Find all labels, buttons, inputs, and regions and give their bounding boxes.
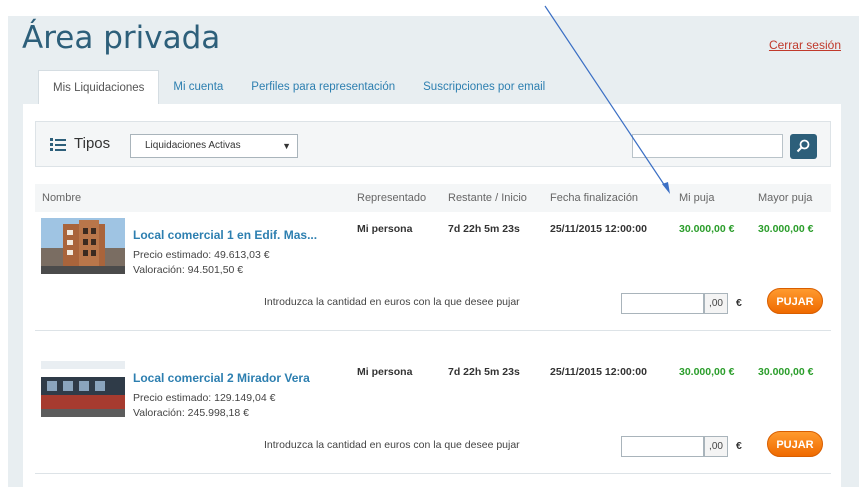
property-title-link[interactable]: Local comercial 1 en Edif. Mas... (133, 228, 317, 242)
header-name: Nombre (42, 192, 82, 204)
liquidations-panel: Tipos Liquidaciones Activas ▼ Nombre Rep… (23, 104, 841, 487)
currency-symbol: € (736, 297, 742, 309)
table-header: Nombre Representado Restante / Inicio Fe… (35, 184, 831, 212)
property-photo[interactable] (41, 361, 125, 417)
logout-link[interactable]: Cerrar sesión (769, 38, 841, 52)
property-photo[interactable] (41, 218, 125, 274)
row-divider (35, 330, 831, 331)
chevron-down-icon: ▼ (282, 141, 291, 151)
search-icon (796, 139, 810, 153)
search-input[interactable] (632, 134, 783, 158)
bid-button[interactable]: PUJAR (767, 431, 823, 457)
tab-perfiles-representacion[interactable]: Perfiles para representación (237, 70, 409, 104)
represented-value: Mi persona (357, 366, 413, 378)
tab-suscripciones-email[interactable]: Suscripciones por email (409, 70, 559, 104)
row-divider (35, 473, 831, 474)
search-button[interactable] (790, 134, 817, 159)
header-remaining: Restante / Inicio (448, 192, 527, 204)
top-bid-value: 30.000,00 € (758, 366, 814, 378)
header-top-bid: Mayor puja (758, 192, 813, 204)
bid-amount-input[interactable] (621, 293, 704, 314)
header-end-date: Fecha finalización (550, 192, 639, 204)
estimated-price: Precio estimado: 129.149,04 € (133, 392, 276, 404)
my-bid-value: 30.000,00 € (679, 223, 735, 235)
type-select[interactable]: Liquidaciones Activas ▼ (130, 134, 298, 158)
table-row: Local comercial 2 Mirador Vera Precio es… (35, 361, 831, 471)
cents-suffix: ,00 (704, 436, 728, 457)
my-bid-value: 30.000,00 € (679, 366, 735, 378)
header-my-bid: Mi puja (679, 192, 715, 204)
bid-prompt: Introduzca la cantidad en euros con la q… (264, 296, 520, 308)
cents-suffix: ,00 (704, 293, 728, 314)
end-date-value: 25/11/2015 12:00:00 (550, 223, 647, 235)
type-select-value: Liquidaciones Activas (145, 140, 241, 151)
represented-value: Mi persona (357, 223, 413, 235)
property-title-link[interactable]: Local comercial 2 Mirador Vera (133, 371, 310, 385)
bid-prompt: Introduzca la cantidad en euros con la q… (264, 439, 520, 451)
bid-button[interactable]: PUJAR (767, 288, 823, 314)
header-represented: Representado (357, 192, 427, 204)
valuation: Valoración: 94.501,50 € (133, 264, 244, 276)
filter-label: Tipos (74, 135, 111, 152)
valuation: Valoración: 245.998,18 € (133, 407, 249, 419)
currency-symbol: € (736, 440, 742, 452)
end-date-value: 25/11/2015 12:00:00 (550, 366, 647, 378)
top-bid-value: 30.000,00 € (758, 223, 814, 235)
page-title: Área privada (22, 20, 221, 56)
table-row: Local comercial 1 en Edif. Mas... Precio… (35, 218, 831, 328)
tab-bar: Mis Liquidaciones Mi cuenta Perfiles par… (38, 70, 559, 105)
list-icon (50, 138, 66, 152)
tab-mi-cuenta[interactable]: Mi cuenta (159, 70, 237, 104)
filter-bar: Tipos Liquidaciones Activas ▼ (35, 121, 831, 167)
tab-mis-liquidaciones[interactable]: Mis Liquidaciones (38, 70, 160, 105)
estimated-price: Precio estimado: 49.613,03 € (133, 249, 270, 261)
bid-amount-input[interactable] (621, 436, 704, 457)
remaining-value: 7d 22h 5m 23s (448, 223, 520, 235)
remaining-value: 7d 22h 5m 23s (448, 366, 520, 378)
